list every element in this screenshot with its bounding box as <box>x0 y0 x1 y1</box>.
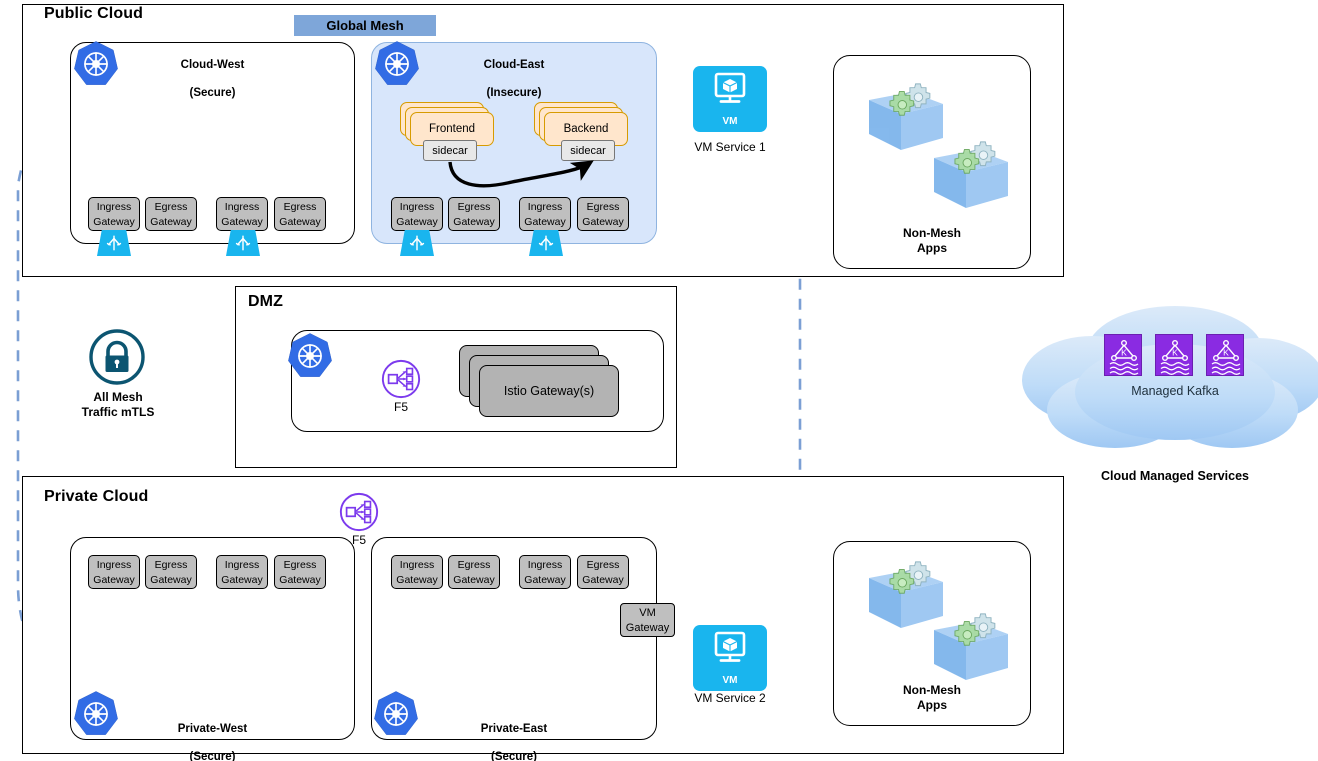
gateway-ingress[interactable]: Ingress Gateway <box>88 197 140 231</box>
vm-service-2-icon[interactable]: VM <box>693 625 767 691</box>
kubernetes-icon <box>72 690 120 738</box>
sidecar-backend: sidecar <box>561 140 615 161</box>
kafka-broker-icon: K <box>1206 334 1244 376</box>
cluster-name-cloud-east: Cloud-East <box>483 59 545 71</box>
kubernetes-icon <box>372 690 420 738</box>
istio-gateway-primary[interactable]: Istio Gateway(s) <box>479 365 619 417</box>
istio-ingress-icon <box>400 230 434 256</box>
kubernetes-icon <box>286 332 334 380</box>
svg-text:K: K <box>1172 348 1178 358</box>
f5-load-balancer-icon[interactable]: F5 <box>380 358 422 414</box>
gateway-ingress[interactable]: Ingress Gateway <box>216 197 268 231</box>
kubernetes-icon <box>373 40 421 88</box>
gateway-egress[interactable]: Egress Gateway <box>448 555 500 589</box>
managed-kafka-label: Managed Kafka <box>1131 384 1219 398</box>
non-mesh-apps-label: Non-Mesh Apps <box>903 683 961 712</box>
istio-ingress-icon <box>529 230 563 256</box>
f5-label: F5 <box>393 400 408 414</box>
gateway-ingress[interactable]: Ingress Gateway <box>88 555 140 589</box>
istio-ingress-icon <box>226 230 260 256</box>
gateway-ingress[interactable]: Ingress Gateway <box>519 555 571 589</box>
vm-service-2-caption: VM Service 2 <box>694 691 766 705</box>
vm-badge-label: VM <box>722 675 738 686</box>
mtls-indicator: All Mesh Traffic mTLS <box>82 328 154 419</box>
vm-badge-label: VM <box>722 116 738 127</box>
zone-title-dmz: DMZ <box>248 293 283 310</box>
non-mesh-apps-label: Non-Mesh Apps <box>903 226 961 255</box>
app-cube-icon <box>924 136 1016 216</box>
sidecar-frontend: sidecar <box>423 140 477 161</box>
gateway-egress[interactable]: Egress Gateway <box>145 197 197 231</box>
svg-text:K: K <box>1121 348 1127 358</box>
kafka-broker-icon: K <box>1155 334 1193 376</box>
cluster-security-private-east: (Secure) <box>490 751 538 761</box>
non-mesh-apps-private: Non-Mesh Apps <box>833 541 1031 726</box>
vm-service-1-icon[interactable]: VM <box>693 66 767 132</box>
cluster-security-cloud-west: (Secure) <box>189 87 236 99</box>
kubernetes-icon <box>72 40 120 88</box>
gateway-egress[interactable]: Egress Gateway <box>577 197 629 231</box>
gateway-egress[interactable]: Egress Gateway <box>274 555 326 589</box>
cluster-security-private-west: (Secure) <box>189 751 236 761</box>
vm-service-1-caption: VM Service 1 <box>694 140 766 154</box>
non-mesh-apps-public: Non-Mesh Apps <box>833 55 1031 269</box>
f5-load-balancer-icon[interactable]: F5 <box>338 491 380 547</box>
gateway-egress[interactable]: Egress Gateway <box>274 197 326 231</box>
gateway-egress[interactable]: Egress Gateway <box>577 555 629 589</box>
gateway-ingress[interactable]: Ingress Gateway <box>519 197 571 231</box>
gateway-ingress[interactable]: Ingress Gateway <box>391 555 443 589</box>
gateway-ingress[interactable]: Ingress Gateway <box>216 555 268 589</box>
global-mesh-banner: Global Mesh <box>294 15 436 36</box>
zone-title-public-cloud: Public Cloud <box>44 5 143 22</box>
zone-title-private-cloud: Private Cloud <box>44 488 149 505</box>
gateway-ingress[interactable]: Ingress Gateway <box>391 197 443 231</box>
app-cube-icon <box>924 608 1016 688</box>
vm-gateway[interactable]: VM Gateway <box>620 603 675 637</box>
gateway-egress[interactable]: Egress Gateway <box>145 555 197 589</box>
cluster-name-private-east: Private-East <box>480 723 548 735</box>
cloud-managed-services-label: Cloud Managed Services <box>1101 469 1249 483</box>
istio-gateway-stack[interactable]: Istio Gateway(s) <box>459 345 619 417</box>
mtls-label: All Mesh Traffic mTLS <box>81 390 155 419</box>
cluster-name-cloud-west: Cloud-West <box>180 59 245 71</box>
architecture-diagram: Public Cloud Global Mesh Cloud-West (Sec… <box>0 0 1318 761</box>
lock-icon <box>89 329 145 385</box>
cluster-security-cloud-east: (Insecure) <box>486 87 542 99</box>
istio-ingress-icon <box>97 230 131 256</box>
cluster-name-private-west: Private-West <box>177 723 248 735</box>
svg-text:K: K <box>1223 348 1229 358</box>
gateway-egress[interactable]: Egress Gateway <box>448 197 500 231</box>
kafka-broker-icon: K <box>1104 334 1142 376</box>
